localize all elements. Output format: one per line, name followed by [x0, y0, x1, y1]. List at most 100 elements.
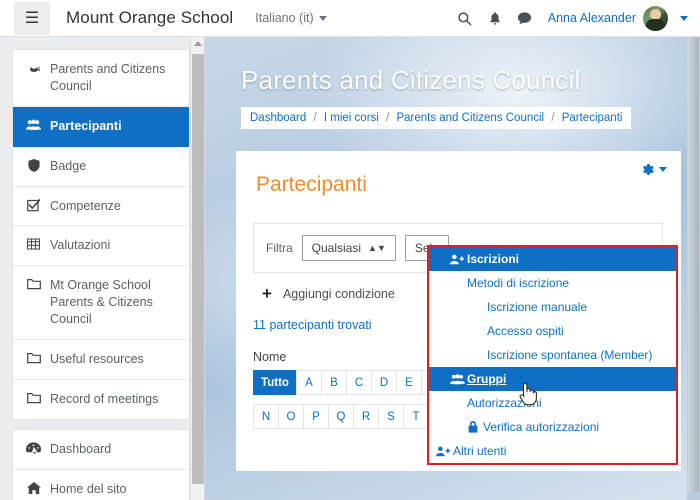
menu-item-label: Autorizzazioni [467, 396, 542, 410]
drawer-scrollbar[interactable] [190, 37, 204, 500]
menu-item-label: Iscrizione manuale [487, 300, 588, 314]
sidebar-item-dashboard[interactable]: Dashboard [13, 430, 189, 470]
dashboard-gauge-icon [26, 442, 41, 454]
breadcrumb-separator: / [386, 112, 390, 124]
user-menu-chevron-down-icon[interactable] [680, 15, 688, 21]
alpha-button-n[interactable]: N [253, 404, 279, 429]
sidebar-item-record-of-meetings[interactable]: Record of meetings [13, 380, 189, 419]
filter-match-select[interactable]: Qualsiasi ▲▼ [301, 235, 396, 261]
updown-chevron-icon: ▲▼ [368, 242, 386, 253]
menu-item-label: Metodi di iscrizione [467, 276, 570, 290]
sidebar-item-label: Valutazioni [50, 238, 111, 253]
lock-icon [463, 421, 483, 433]
course-nav-drawer: Parents and Citizens Council Partecipant… [0, 37, 205, 500]
user-plus-icon [447, 254, 467, 265]
avatar[interactable] [643, 5, 668, 31]
alpha-button-c[interactable]: C [346, 370, 372, 395]
user-name-link[interactable]: Anna Alexander [548, 11, 636, 25]
drawer-spacer [12, 420, 204, 429]
sidebar-item-label: Parents and Citizens Council [50, 62, 166, 93]
sidebar-item-useful-resources[interactable]: Useful resources [13, 340, 189, 380]
sidebar-item-label: Useful resources [50, 351, 144, 366]
language-selector[interactable]: Italiano (it) [255, 11, 327, 25]
alpha-button-e[interactable]: E [396, 370, 422, 395]
page-scrollbar-thumb[interactable] [688, 37, 699, 492]
sidebar-item-label: Mt Orange School Parents & Citizens Coun… [50, 278, 153, 326]
breadcrumb-item-dashboard[interactable]: Dashboard [250, 112, 306, 124]
checkbox-checked-icon [26, 198, 41, 212]
alpha-button-r[interactable]: R [353, 404, 379, 429]
sidebar-item-valutazioni[interactable]: Valutazioni [13, 226, 189, 267]
alpha-button-t[interactable]: T [403, 404, 429, 429]
filter-label: Filtra [266, 241, 293, 255]
menu-item-label: Iscrizioni [467, 252, 520, 266]
filter-match-value: Qualsiasi [311, 241, 362, 255]
breadcrumb-separator: / [551, 112, 555, 124]
alpha-button-q[interactable]: Q [328, 404, 354, 429]
alpha-button-b[interactable]: B [321, 370, 347, 395]
scroll-up-arrow-icon[interactable] [193, 41, 202, 46]
menu-item-iscrizioni[interactable]: Iscrizioni [429, 247, 676, 271]
breadcrumb-item-i-miei-corsi[interactable]: I miei corsi [324, 112, 379, 124]
menu-item-autorizzazioni[interactable]: Autorizzazioni [429, 391, 676, 415]
sidebar-item-competenze[interactable]: Competenze [13, 187, 189, 227]
breadcrumb-separator: / [313, 112, 317, 124]
menu-item-label: Gruppi [467, 372, 507, 386]
sidebar-item-mt-orange-school-parents-citizens-council[interactable]: Mt Orange School Parents & Citizens Coun… [13, 266, 189, 340]
menu-item-metodi-di-iscrizione[interactable]: Metodi di iscrizione [429, 271, 676, 295]
search-icon[interactable] [450, 3, 480, 33]
page-body: Parents and Citizens Council Partecipant… [0, 37, 700, 500]
users-group-icon [447, 373, 467, 385]
breadcrumb-item-partecipanti[interactable]: Partecipanti [562, 112, 623, 124]
nav-group-course: Parents and Citizens Council Partecipant… [12, 49, 190, 420]
alpha-button-a[interactable]: A [296, 370, 322, 395]
sidebar-item-label: Dashboard [50, 441, 112, 456]
sidebar-item-partecipanti[interactable]: Partecipanti [13, 106, 189, 147]
gear-settings-icon[interactable] [640, 162, 667, 177]
breadcrumb-item-course[interactable]: Parents and Citizens Council [396, 112, 544, 124]
sidebar-item-label: Record of meetings [50, 391, 159, 406]
sidebar-item-parents-and-citizens-council[interactable]: Parents and Citizens Council [13, 50, 189, 107]
menu-item-gruppi[interactable]: Gruppi [429, 367, 676, 391]
site-brand-title[interactable]: Mount Orange School [66, 8, 233, 28]
chevron-down-icon[interactable] [659, 167, 667, 172]
menu-item-verifica-autorizzazioni[interactable]: Verifica autorizzazioni [429, 415, 676, 439]
hamburger-menu-icon[interactable]: ☰ [14, 1, 50, 35]
home-icon [26, 481, 41, 494]
menu-item-altri-utenti[interactable]: Altri utenti [429, 439, 676, 463]
section-title: Partecipanti [256, 173, 367, 196]
top-navbar: ☰ Mount Orange School Italiano (it) Anna… [0, 0, 700, 37]
sidebar-item-label: Partecipanti [50, 118, 122, 133]
nav-group-site: Dashboard Home del sito [12, 428, 190, 500]
menu-item-label: Altri utenti [453, 444, 507, 458]
alpha-button-tutto[interactable]: Tutto [253, 370, 297, 395]
graduation-cap-icon [26, 62, 41, 74]
alpha-button-o[interactable]: O [278, 404, 304, 429]
alpha-button-d[interactable]: D [371, 370, 397, 395]
messages-bubble-icon[interactable] [510, 3, 540, 33]
page-title: Parents and Citizens Council [241, 65, 581, 95]
drawer-inner: Parents and Citizens Council Partecipant… [0, 37, 204, 500]
alpha-button-s[interactable]: S [378, 404, 404, 429]
notifications-bell-icon[interactable] [480, 3, 510, 33]
sidebar-item-home-del-sito[interactable]: Home del sito [13, 470, 189, 500]
breadcrumb: Dashboard / I miei corsi / Parents and C… [241, 107, 632, 129]
menu-item-accesso-ospiti[interactable]: Accesso ospiti [429, 319, 676, 343]
alpha-button-p[interactable]: P [303, 404, 329, 429]
navbar-right-actions: Anna Alexander [450, 3, 688, 33]
drawer-scrollbar-thumb[interactable] [192, 54, 204, 484]
menu-item-label: Iscrizione spontanea (Member) [487, 348, 653, 362]
language-label: Italiano (it) [255, 11, 314, 25]
plus-icon: + [262, 284, 272, 303]
grid-table-icon [26, 238, 41, 250]
users-group-icon [26, 119, 41, 131]
folder-icon [26, 278, 41, 290]
sidebar-item-label: Home del sito [50, 481, 127, 496]
shield-icon [26, 158, 41, 172]
page-scrollbar[interactable] [687, 37, 700, 500]
user-plus-icon [433, 446, 453, 457]
menu-item-iscrizione-spontanea[interactable]: Iscrizione spontanea (Member) [429, 343, 676, 367]
sidebar-item-badge[interactable]: Badge [13, 147, 189, 187]
course-settings-dropdown-menu: Iscrizioni Metodi di iscrizione Iscrizio… [427, 245, 678, 465]
menu-item-iscrizione-manuale[interactable]: Iscrizione manuale [429, 295, 676, 319]
